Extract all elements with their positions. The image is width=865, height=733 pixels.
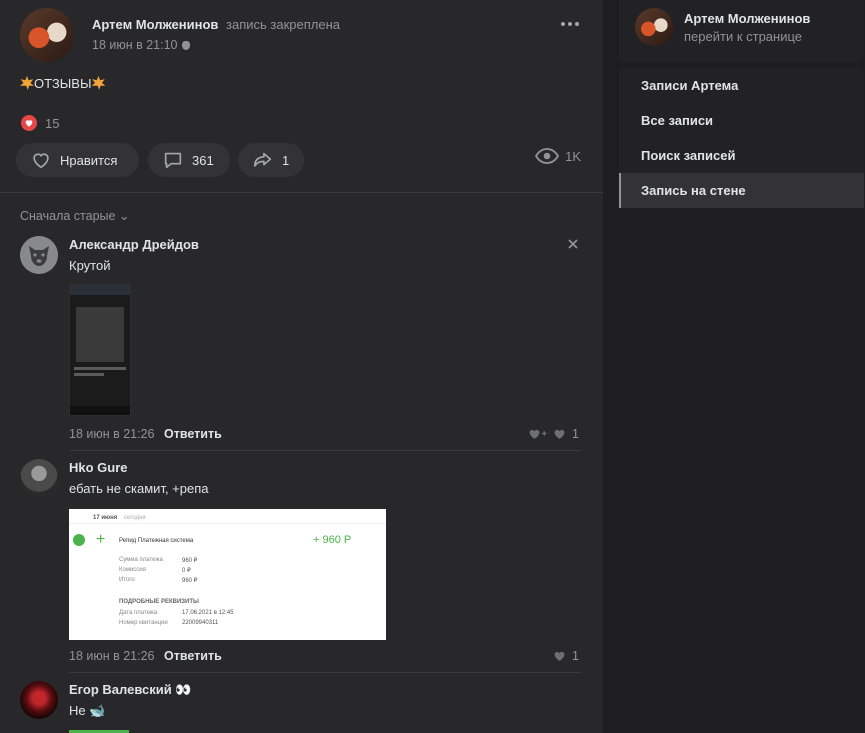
go-to-page-link[interactable]: перейти к странице [684,29,802,44]
reactions-summary[interactable]: 15 [21,115,59,131]
reactions-count: 15 [45,115,60,131]
comment-footer: 18 июн в 21:26 Ответить [69,649,222,663]
views-counter: 1K [535,147,581,165]
divider [69,672,581,673]
post-text: ОТЗЫВЫ [20,76,106,91]
receipt-amount: + 960 Р [313,534,352,546]
comment-likes[interactable]: 1 [553,649,579,663]
pinned-label: запись закреплена [226,17,341,32]
comment-likes-count: 1 [572,427,579,441]
sidebar-item-artem-posts[interactable]: Записи Артема [619,68,864,103]
comment-date[interactable]: 18 июн в 21:26 [69,649,155,663]
close-icon[interactable] [567,238,579,250]
post-column: Артем Молженинов запись закреплена 18 ию… [0,0,603,733]
receipt-row-label: Сумма платежа [119,557,163,563]
comment-text: ебать не скамит, +репа [69,481,209,496]
receipt-date: 17 июня [93,515,118,521]
author-avatar[interactable] [20,8,74,62]
receipt-details-label: ПОДРОБНЫЕ РЕКВИЗИТЫ [119,599,199,605]
comment-date[interactable]: 18 июн в 21:26 [69,427,155,441]
receipt-detail-value: 22009940311 [182,620,219,626]
post-text-content: ОТЗЫВЫ [34,76,92,91]
receipt-row-label: Итого [119,577,135,583]
plus-icon: + [96,531,106,548]
apple-icon [181,41,190,50]
eye-icon [535,148,560,164]
heart-reaction-icon [21,115,37,131]
post-date-line: 18 июн в 21:10 [92,38,190,52]
receipt-title: Репид Платежная система [119,538,194,544]
like-button[interactable]: Нравится [16,143,139,177]
post-author-name[interactable]: Артем Молженинов [92,17,218,32]
reply-button[interactable]: Ответить [164,649,222,663]
dog-placeholder-icon [20,236,58,274]
shares-count: 1 [282,152,290,168]
commenter-name[interactable]: Егор Валевский 👀 [69,682,192,698]
maple-leaf-icon [91,76,106,90]
right-sidebar: Артем Молженинов перейти к странице Запи… [603,0,865,733]
maple-leaf-icon [20,76,34,90]
divider [0,192,603,193]
post-header: Артем Молженинов запись закреплена 18 ию… [20,8,583,64]
receipt-detail-value: 17.06.2021 в 12:45 [182,610,234,616]
comment-likes[interactable]: + 1 [528,427,579,441]
comment-icon [164,152,182,169]
receipt-row-value: 960 ₽ [182,558,198,564]
more-options-icon[interactable] [561,22,579,26]
share-icon [253,152,272,167]
reply-button[interactable]: Ответить [164,427,222,441]
commenter-name[interactable]: Hko Gure [69,460,128,475]
post-author-line: Артем Молженинов запись закреплена [92,17,340,32]
check-icon [73,534,85,546]
receipt-row-label: Комиссия [119,567,146,573]
receipt-row-value: 0 ₽ [182,568,191,574]
comment-button[interactable]: 361 [148,143,230,177]
comment-likes-count: 1 [572,649,579,663]
sidebar-item-wall-post[interactable]: Запись на стене [619,173,864,208]
views-count: 1K [565,148,581,164]
add-reaction-icon[interactable]: + [528,428,547,440]
receipt-detail-label: Номер квитанции [119,620,168,626]
receipt-detail-label: Дата платежа [119,610,158,616]
comment-text: Крутой [69,258,111,273]
author-avatar[interactable] [635,8,673,46]
author-card[interactable]: Артем Молженинов перейти к странице [619,0,864,62]
commenter-avatar[interactable] [20,681,58,719]
commenter-avatar[interactable] [20,459,58,497]
post-date[interactable]: 18 июн в 21:10 [92,38,178,52]
comments-sort-label: Сначала старые [20,209,116,223]
comment-item: Егор Валевский 👀 Не 🐋 [20,681,581,733]
sidebar-author-name[interactable]: Артем Молженинов [684,11,810,26]
chevron-down-icon: ⌄ [118,209,130,223]
comments-count: 361 [192,152,214,168]
comment-item: Александр Дрейдов Крутой 18 июн в 21:26 … [20,236,581,448]
comments-sort-dropdown[interactable]: Сначала старые ⌄ [20,208,129,223]
sidebar-item-all-posts[interactable]: Все записи [619,103,864,138]
heart-icon [554,429,565,439]
receipt-today: сегодня [124,515,146,521]
share-button[interactable]: 1 [238,143,304,177]
divider [69,450,581,451]
commenter-name[interactable]: Александр Дрейдов [69,237,199,252]
sidebar-menu: Записи Артема Все записи Поиск записей З… [619,68,864,208]
comment-item: Hko Gure ебать не скамит, +репа 17 июня … [20,459,581,671]
commenter-avatar[interactable] [20,236,58,274]
sidebar-item-search-posts[interactable]: Поиск записей [619,138,864,173]
comment-footer: 18 июн в 21:26 Ответить [69,427,222,441]
comment-attachment-image[interactable]: 17 июня сегодня + Репид Платежная систем… [69,509,386,640]
comment-text: Не 🐋 [69,703,106,718]
heart-outline-icon [33,153,49,169]
heart-icon [554,651,565,661]
receipt-row-value: 960 ₽ [182,578,198,584]
like-label: Нравится [60,152,118,168]
comment-attachment-image[interactable] [69,284,131,416]
